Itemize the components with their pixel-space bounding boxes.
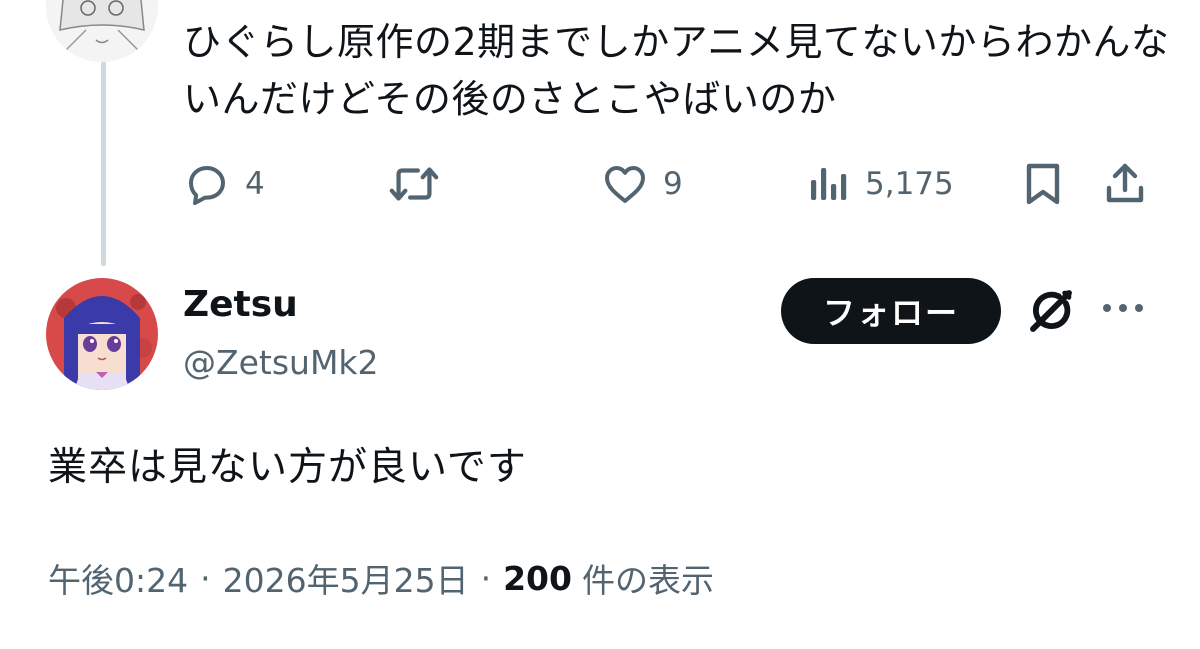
reply-author-avatar[interactable]: [46, 278, 158, 390]
like-button[interactable]: 9: [601, 160, 683, 208]
views-button[interactable]: 5,175: [807, 160, 954, 208]
meta-separator: ·: [480, 558, 492, 598]
parent-author-avatar[interactable]: [46, 0, 158, 62]
reply-bubble-icon: [183, 160, 231, 208]
reply-author-row: Zetsu @ZetsuMk2 フォロー: [0, 260, 1200, 400]
retweet-button[interactable]: [387, 160, 455, 208]
bookmark-button[interactable]: [1023, 160, 1063, 208]
parent-tweet-text: ひぐらし原作の2期までしかアニメ見てないからわかんないんだけどその後のさとこやば…: [183, 20, 1170, 121]
share-icon: [1103, 160, 1147, 208]
tweet-views-count: 200: [503, 558, 572, 598]
reply-author-name[interactable]: Zetsu: [183, 284, 298, 325]
tweet-views-label: 件の表示: [581, 561, 714, 600]
bar-chart-icon: [807, 160, 851, 208]
thread-connector-line: [101, 58, 106, 266]
bookmark-icon: [1023, 160, 1063, 208]
tweet-time[interactable]: 午後0:24: [48, 554, 188, 602]
reply-count: 4: [245, 166, 265, 202]
share-button[interactable]: [1103, 160, 1147, 208]
follow-button[interactable]: フォロー: [781, 278, 1001, 344]
parent-tweet-action-bar: 4 9 5,175: [183, 160, 1153, 216]
tweet-meta-line: 午後0:24 · 2026年5月25日 · 200 件の表示: [48, 554, 714, 602]
more-options-icon[interactable]: [1100, 300, 1146, 320]
like-count: 9: [663, 166, 683, 202]
reply-author-handle[interactable]: @ZetsuMk2: [183, 343, 379, 382]
grok-icon[interactable]: [1024, 284, 1078, 342]
tweet-date[interactable]: 2026年5月25日: [223, 554, 469, 602]
reply-button[interactable]: 4: [183, 160, 265, 208]
meta-separator: ·: [200, 558, 211, 598]
reply-tweet-text: 業卒は見ない方が良いです: [48, 445, 527, 490]
heart-icon: [601, 160, 649, 208]
views-count: 5,175: [865, 166, 954, 202]
retweet-icon: [387, 160, 441, 208]
